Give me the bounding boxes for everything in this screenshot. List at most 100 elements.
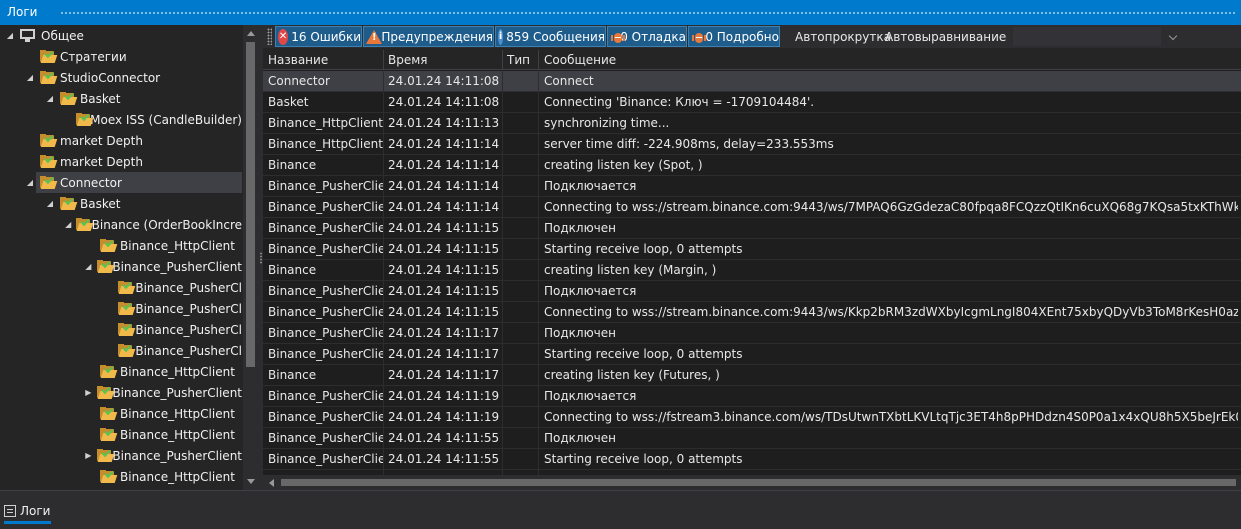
table-row[interactable]: Binance_PusherClie... 24.01.24 14:11:17.5…: [263, 323, 1241, 344]
tree-item-label: market Depth: [60, 133, 143, 148]
table-row[interactable]: Binance 24.01.24 14:11:14.0... creating li…: [263, 155, 1241, 176]
tree-item[interactable]: Moex ISS (CandleBuilder): [0, 109, 242, 130]
folder-icon: [118, 300, 136, 315]
verbose-filter-button[interactable]: 0 Подробно: [688, 26, 780, 47]
cell-time: 24.01.24 14:11:14.2...: [388, 179, 500, 193]
cell-time: 24.01.24 14:11:14.2...: [388, 200, 500, 214]
table-row[interactable]: Basket 24.01.24 14:11:08.6... Connecting '…: [263, 92, 1241, 113]
tree-item[interactable]: Binance_HttpClient: [0, 235, 242, 256]
table-row[interactable]: Binance_PusherClie... 24.01.24 14:11:15.2…: [263, 239, 1241, 260]
cell-name: Binance_HttpClient: [268, 116, 383, 130]
table-row[interactable]: Binance_HttpClient 24.01.24 14:11:13.5...…: [263, 113, 1241, 134]
title-drag-dots[interactable]: [60, 11, 1237, 16]
table-row[interactable]: Binance_PusherClie... 24.01.24 14:11:19.4…: [263, 386, 1241, 407]
hscroll-thumb[interactable]: [281, 479, 1236, 486]
tree-item-label: Binance_HttpClient: [120, 238, 235, 253]
table-row[interactable]: Binance 24.01.24 14:11:17.5... creating li…: [263, 365, 1241, 386]
warnings-filter-button[interactable]: ! 4 Предупреждения: [363, 26, 494, 47]
tree-item[interactable]: Binance_HttpClient: [0, 361, 242, 382]
tree-item[interactable]: ◢ StudioConnector: [0, 67, 242, 88]
bug-icon: [691, 29, 706, 45]
table-row[interactable]: Binance_PusherClie... 24.01.24 14:11:55.7…: [263, 449, 1241, 470]
tree-vertical-scrollbar[interactable]: [243, 25, 259, 490]
table-row[interactable]: Binance_PusherClie... 24.01.24 14:11:55.7…: [263, 428, 1241, 449]
debug-filter-button[interactable]: 0 Отладка: [607, 26, 687, 47]
tree-item[interactable]: Binance_PusherCl: [0, 277, 242, 298]
folder-icon: [96, 258, 115, 273]
tree-item[interactable]: Binance_HttpClient: [0, 403, 242, 424]
column-header-time[interactable]: Время: [388, 53, 428, 67]
tree-item[interactable]: ◢ Binance (OrderBookIncre: [0, 214, 242, 235]
table-row[interactable]: Binance 24.01.24 14:11:15.2... creating li…: [263, 260, 1241, 281]
grid-horizontal-scrollbar[interactable]: [263, 475, 1241, 490]
table-row[interactable]: Binance_PusherClie... 24.01.24 14:11:17.5…: [263, 344, 1241, 365]
scroll-down-arrow-icon[interactable]: [247, 479, 255, 484]
column-header-type[interactable]: Тип: [507, 53, 530, 67]
folder-icon: [76, 216, 94, 231]
toolbar-overflow-chevron-icon[interactable]: [1168, 31, 1178, 41]
cell-message: Connecting to wss://fstream3.binance.com…: [544, 410, 1238, 424]
collapse-arrow-icon[interactable]: ◢: [4, 30, 16, 42]
expand-arrow-icon[interactable]: ▶: [84, 387, 93, 399]
table-row[interactable]: Binance_PusherClie... 24.01.24 14:11:14.2…: [263, 176, 1241, 197]
tree-item[interactable]: ◢ Общее: [0, 25, 242, 46]
collapse-arrow-icon[interactable]: ◢: [24, 177, 36, 189]
tree-item[interactable]: market Depth: [0, 130, 242, 151]
scroll-thumb[interactable]: [246, 42, 255, 367]
cell-name: Binance_PusherClie...: [268, 389, 384, 403]
autoscroll-toggle[interactable]: Автопрокрутка: [795, 30, 891, 44]
log-source-tree[interactable]: ◢ Общее Стратегии ◢ StudioConnector ◢ Basket Mo…: [0, 25, 242, 490]
tree-item[interactable]: Binance_PusherCl: [0, 340, 242, 361]
tree-item[interactable]: Стратегии: [0, 46, 242, 67]
autoalign-toggle[interactable]: Автовыравнивание: [885, 30, 1006, 44]
table-row[interactable]: Binance_PusherClie... 24.01.24 14:11:15.2…: [263, 218, 1241, 239]
tree-item-label: Binance_PusherCl: [135, 301, 242, 316]
tab-logs-label: Логи: [20, 504, 51, 518]
collapse-arrow-icon[interactable]: ◢: [44, 198, 56, 210]
collapse-arrow-icon[interactable]: ◢: [64, 219, 72, 231]
cell-message: Подключен: [544, 431, 616, 445]
table-row[interactable]: Connector 24.01.24 14:11:08.6... Connect: [263, 71, 1241, 92]
table-row[interactable]: Binance_PusherClie... 24.01.24 14:11:15.9…: [263, 281, 1241, 302]
tree-item[interactable]: ◢ Binance_PusherClient: [0, 256, 242, 277]
cell-name: Binance: [268, 158, 317, 172]
scroll-up-arrow-icon[interactable]: [247, 31, 255, 36]
table-row[interactable]: Binance_PusherClie... 24.01.24 14:11:14.2…: [263, 197, 1241, 218]
table-row[interactable]: Binance_PusherClie... 24.01.24 14:11:15.9…: [263, 302, 1241, 323]
collapse-arrow-icon[interactable]: ◢: [24, 72, 36, 84]
tree-item[interactable]: ◢ Connector: [0, 172, 242, 193]
tree-item[interactable]: Binance_HttpClient: [0, 424, 242, 445]
collapse-arrow-icon[interactable]: ◢: [44, 93, 56, 105]
cell-time: 24.01.24 14:11:55.7...: [388, 452, 500, 466]
column-header-message[interactable]: Сообщение: [544, 53, 616, 67]
tree-item[interactable]: Binance_HttpClient: [0, 466, 242, 487]
table-row[interactable]: Binance_PusherClie... 24.01.24 14:11:19.4…: [263, 407, 1241, 428]
scroll-left-arrow-icon[interactable]: [269, 479, 274, 487]
tree-item[interactable]: Binance_PusherCl: [0, 319, 242, 340]
tree-item[interactable]: ◢ Basket: [0, 193, 242, 214]
tree-item[interactable]: Binance_PusherCl: [0, 298, 242, 319]
toolbar-gripper-icon[interactable]: [267, 28, 272, 45]
tab-logs[interactable]: Логи: [4, 500, 52, 524]
tree-item[interactable]: ◢ Basket: [0, 88, 242, 109]
tree-item[interactable]: ▶ Binance_PusherClient: [0, 382, 242, 403]
cell-message: Подключен: [544, 326, 616, 340]
folder-icon: [40, 132, 58, 147]
tree-item[interactable]: market Depth: [0, 151, 242, 172]
errors-filter-button[interactable]: ✕ 16 Ошибки: [275, 26, 362, 47]
collapse-arrow-icon[interactable]: ◢: [84, 261, 93, 273]
table-row[interactable]: Binance_HttpClient 24.01.24 14:11:14.0...…: [263, 134, 1241, 155]
expand-arrow-icon[interactable]: ▶: [84, 450, 93, 462]
cell-message: Connecting to wss://stream.binance.com:9…: [544, 305, 1238, 319]
search-input[interactable]: [1013, 27, 1161, 46]
tree-item[interactable]: ▶ Binance_PusherClient: [0, 445, 242, 466]
tree-item-label: Binance_PusherClient: [112, 259, 242, 274]
info-filter-button[interactable]: i 859 Сообщения: [495, 26, 606, 47]
tree-item-label: market Depth: [60, 154, 143, 169]
column-header-name[interactable]: Название: [268, 53, 328, 67]
